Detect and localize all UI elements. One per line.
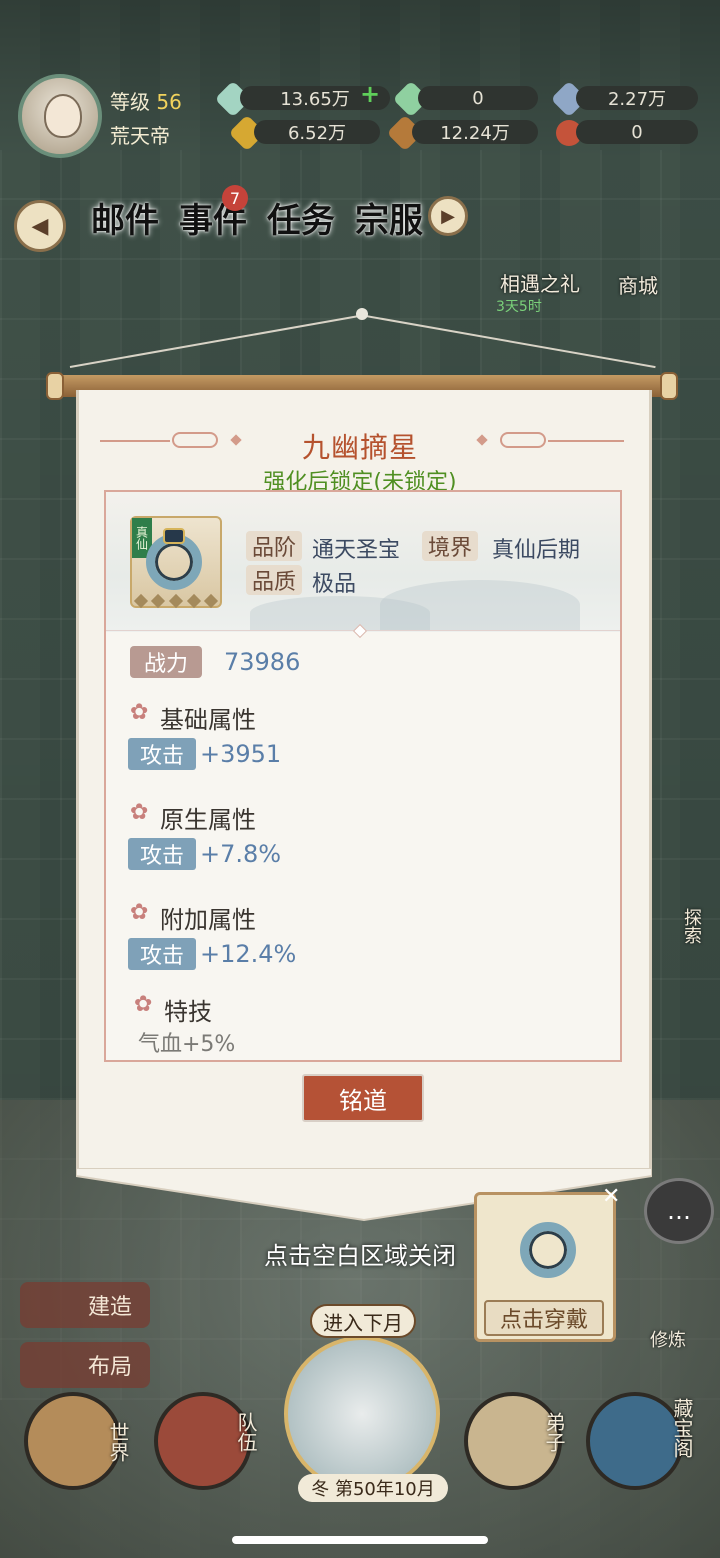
player-level: 等级 56	[110, 90, 182, 114]
cultivate-label[interactable]: 修炼	[650, 1326, 686, 1352]
resource-stone: 2.27万	[576, 86, 698, 110]
extra-attributes-title: 附加属性	[160, 906, 256, 934]
base-attributes-title: 基础属性	[160, 706, 256, 734]
current-date: 冬 第50年10月	[298, 1474, 448, 1502]
flower-icon: ✿	[130, 700, 149, 725]
scroll-pin	[356, 308, 368, 320]
ring-icon	[520, 1222, 576, 1278]
power-value: 73986	[224, 648, 301, 676]
base-attack-value: +3951	[200, 740, 282, 768]
close-card-icon[interactable]: ✕	[602, 1184, 620, 1209]
inscribe-button[interactable]: 铭道	[302, 1074, 424, 1122]
flower-icon: ✿	[130, 900, 149, 925]
player-name: 荒天帝	[110, 124, 170, 148]
native-attributes-title: 原生属性	[160, 806, 256, 834]
base-attack-label: 攻击	[128, 738, 196, 770]
explore-label[interactable]: 探索	[678, 908, 704, 944]
world-label: 世界	[106, 1422, 130, 1462]
chat-icon[interactable]: …	[644, 1178, 714, 1244]
disciples-label: 弟子	[542, 1412, 566, 1452]
gift-label[interactable]: 相遇之礼	[500, 268, 580, 297]
resource-medal: 0	[576, 120, 698, 144]
quality-value: 极品	[312, 572, 357, 597]
decor-hill	[250, 596, 430, 630]
item-star-rating	[132, 593, 220, 610]
resource-spirit-crystal: 0	[418, 86, 538, 110]
chevron-right-icon: ▶	[441, 205, 455, 227]
skill-text: 气血+5%	[138, 1032, 236, 1057]
collapse-left-button[interactable]: ◀	[14, 200, 66, 252]
flower-icon: ✿	[130, 800, 149, 825]
mail-button[interactable]: 邮件	[84, 184, 166, 250]
player-avatar[interactable]	[18, 74, 102, 158]
resource-wood: 12.24万	[412, 120, 538, 144]
grade-label: 品阶	[246, 531, 303, 561]
avatar-face	[44, 94, 82, 138]
next-month-button[interactable]: 进入下月	[310, 1304, 416, 1338]
realm-value: 真仙后期	[492, 538, 581, 563]
ring-gem-icon	[163, 528, 185, 544]
home-indicator[interactable]	[232, 1536, 488, 1544]
realm-label: 境界	[422, 531, 479, 561]
team-label: 队伍	[234, 1412, 258, 1452]
scroll-rod-end-right	[660, 372, 678, 400]
native-attack-label: 攻击	[128, 838, 196, 870]
events-badge: 7	[222, 185, 248, 211]
treasury-label: 藏宝阁	[670, 1398, 694, 1458]
sect-button[interactable]: 宗服	[348, 184, 430, 250]
gift-timer: 3天5时	[496, 299, 542, 315]
add-jade-icon[interactable]: +	[360, 80, 380, 108]
skill-title: 特技	[164, 998, 212, 1026]
equipment-title: 九幽摘星	[301, 431, 418, 464]
shop-label[interactable]: 商城	[618, 270, 658, 299]
tasks-button[interactable]: 任务	[260, 184, 342, 250]
layout-button[interactable]: 布局	[20, 1342, 150, 1388]
expand-right-button[interactable]: ▶	[428, 196, 468, 236]
flower-icon: ✿	[134, 992, 153, 1017]
season-label: 冬	[311, 1479, 330, 1500]
quality-label: 品质	[246, 565, 303, 595]
scroll-rod-end-left	[46, 372, 64, 400]
next-month-circle[interactable]	[284, 1336, 440, 1492]
equip-button[interactable]: 点击穿戴	[484, 1300, 604, 1336]
native-attack-value: +7.8%	[200, 840, 282, 868]
date-label: 第50年10月	[334, 1479, 435, 1500]
extra-attack-value: +12.4%	[200, 940, 297, 968]
power-label: 战力	[130, 646, 202, 678]
extra-attack-label: 攻击	[128, 938, 196, 970]
build-button[interactable]: 建造	[20, 1282, 150, 1328]
grade-value: 通天圣宝	[312, 538, 401, 563]
chevron-left-icon: ◀	[31, 213, 49, 239]
resource-gold: 6.52万	[254, 120, 380, 144]
